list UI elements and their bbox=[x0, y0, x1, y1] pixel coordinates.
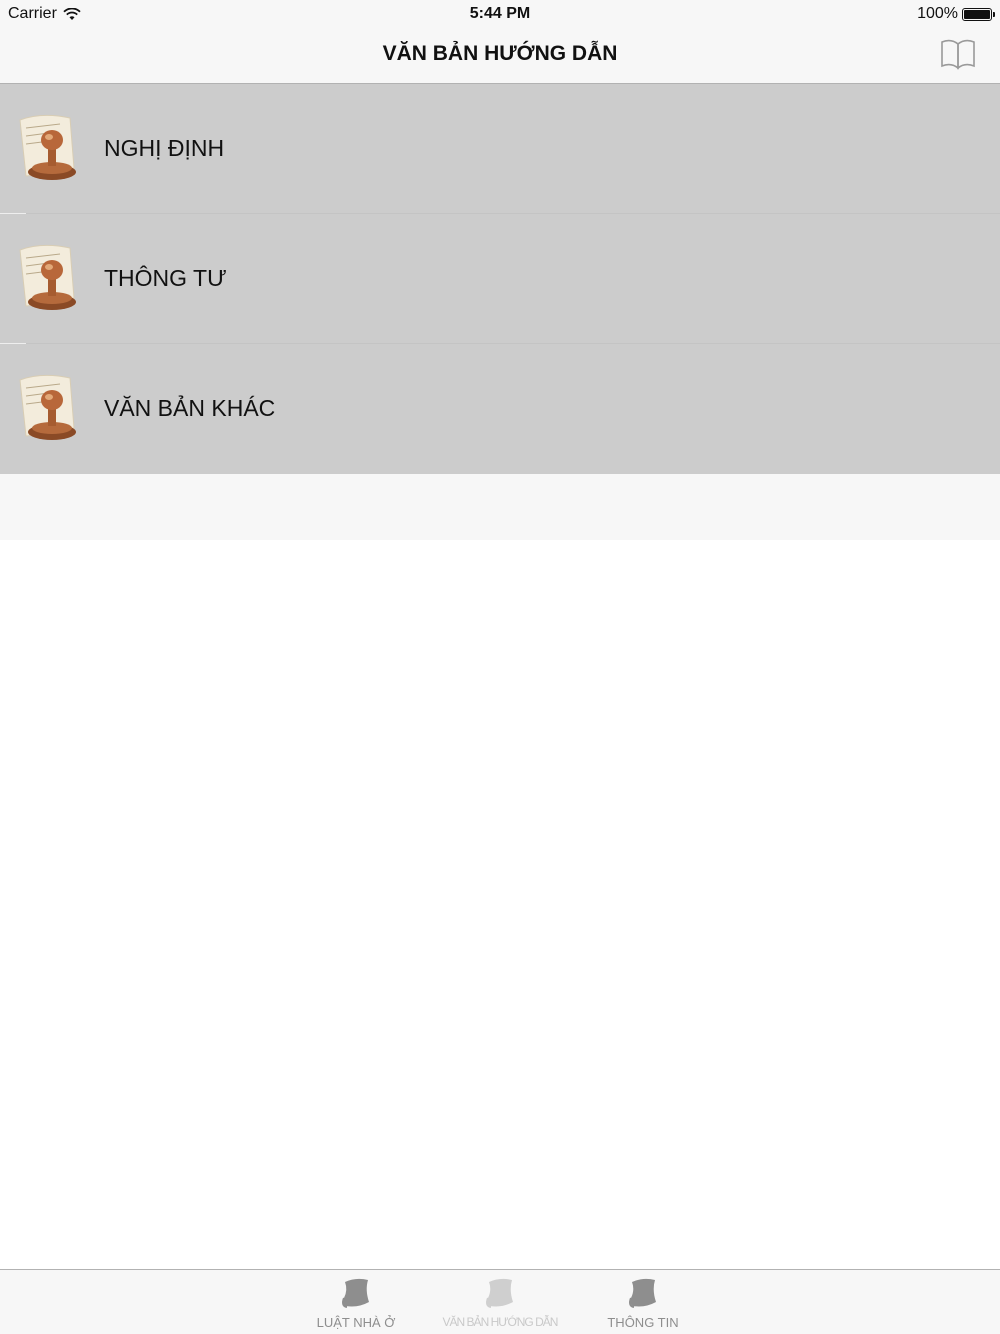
scroll-icon bbox=[342, 1278, 369, 1308]
list-footer bbox=[0, 474, 1000, 540]
list-item-label: THÔNG TƯ bbox=[104, 265, 227, 291]
tab-label: LUẬT NHÀ Ở bbox=[316, 1315, 396, 1330]
document-stamp-icon bbox=[19, 244, 76, 310]
book-icon bbox=[941, 39, 975, 70]
list-item-nghi-dinh[interactable]: NGHỊ ĐỊNH bbox=[0, 84, 1000, 214]
list-item-label: VĂN BẢN KHÁC bbox=[104, 395, 276, 421]
tab-label: THÔNG TIN bbox=[607, 1315, 679, 1330]
battery-percent: 100% bbox=[917, 5, 958, 22]
status-bar: Carrier 5:44 PM 100% bbox=[0, 0, 1000, 28]
list-item-thong-tu[interactable]: THÔNG TƯ bbox=[0, 214, 1000, 344]
battery-status: 100% bbox=[917, 5, 995, 23]
battery-icon bbox=[962, 7, 995, 21]
tab-label: VĂN BẢN HƯỚNG DẪN bbox=[442, 1315, 559, 1329]
list-item-van-ban-khac[interactable]: VĂN BẢN KHÁC bbox=[0, 344, 1000, 474]
book-button[interactable] bbox=[940, 38, 976, 70]
page-title: VĂN BẢN HƯỚNG DẪN bbox=[382, 42, 618, 65]
status-time: 5:44 PM bbox=[469, 5, 531, 22]
navigation-bar: VĂN BẢN HƯỚNG DẪN bbox=[0, 28, 1000, 84]
document-stamp-icon bbox=[19, 114, 76, 180]
document-list: NGHỊ ĐỊNH THÔNG TƯ VĂN BẢN KHÁC bbox=[0, 84, 1000, 474]
tab-luat-nha-o[interactable]: LUẬT NHÀ Ở bbox=[286, 1270, 426, 1334]
list-item-label: NGHỊ ĐỊNH bbox=[104, 135, 225, 161]
scroll-icon bbox=[629, 1278, 656, 1308]
document-stamp-icon bbox=[19, 374, 76, 440]
tab-van-ban-huong-dan[interactable]: VĂN BẢN HƯỚNG DẪN bbox=[430, 1270, 570, 1334]
tab-thong-tin[interactable]: THÔNG TIN bbox=[573, 1270, 713, 1334]
scroll-icon bbox=[486, 1278, 513, 1308]
tab-bar: LUẬT NHÀ Ở VĂN BẢN HƯỚNG DẪN THÔNG TIN bbox=[0, 1269, 1000, 1334]
